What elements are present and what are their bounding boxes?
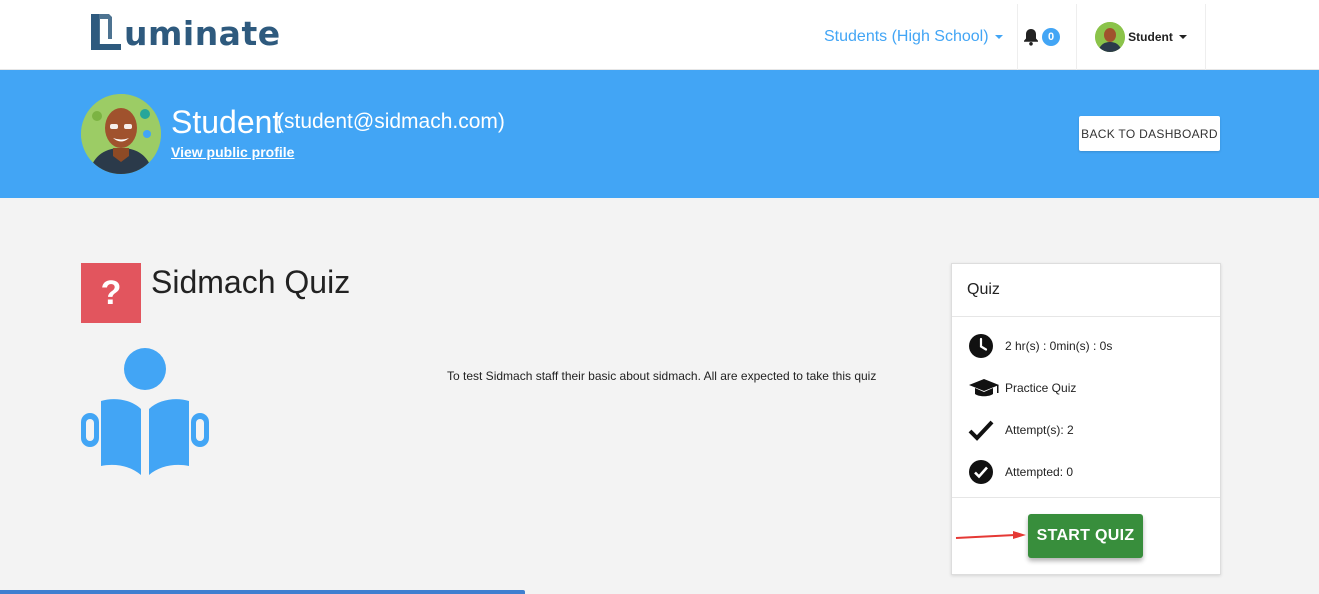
notification-count-badge: 0 [1042, 28, 1060, 46]
checkmark-icon [968, 416, 1004, 444]
user-menu-label: Student [1128, 30, 1173, 44]
quiz-description: To test Sidmach staff their basic about … [447, 369, 877, 383]
view-public-profile-link[interactable]: View public profile [171, 144, 294, 160]
profile-header: Student (student@sidmach.com) View publi… [0, 70, 1319, 198]
list-item: Attempted: 0 [952, 451, 1220, 493]
quiz-attempts: Attempt(s): 2 [1005, 423, 1074, 437]
list-item: 2 hr(s) : 0min(s) : 0s [952, 325, 1220, 367]
bell-icon [1024, 29, 1038, 46]
quiz-attempted: Attempted: 0 [1005, 465, 1074, 479]
list-item: Practice Quiz [952, 367, 1220, 409]
caret-down-icon [1178, 35, 1187, 39]
quiz-question-icon: ? [81, 263, 141, 323]
logo-mark-icon [91, 14, 121, 50]
annotation-arrow-icon [955, 531, 1026, 539]
graduation-cap-icon [968, 374, 1004, 402]
profile-email: (student@sidmach.com) [277, 110, 505, 133]
caret-down-icon [994, 35, 1003, 39]
logo-text: uminate [124, 14, 281, 53]
luminate-logo[interactable]: uminate [88, 8, 281, 52]
start-quiz-button[interactable]: START QUIZ [1028, 514, 1143, 558]
bottom-progress-bar [0, 590, 525, 594]
check-circle-icon [968, 458, 1004, 486]
school-dropdown-label: Students (High School) [824, 28, 989, 45]
quiz-info-list: 2 hr(s) : 0min(s) : 0s Practice Quiz Att… [952, 317, 1220, 498]
list-item: Attempt(s): 2 [952, 409, 1220, 451]
reader-illustration-icon [81, 348, 209, 475]
quiz-type: Practice Quiz [1005, 381, 1077, 395]
clock-icon [968, 332, 1004, 360]
quiz-card-header: Quiz [952, 264, 1220, 317]
quiz-title: Sidmach Quiz [151, 264, 351, 300]
user-menu[interactable]: Student [1077, 4, 1206, 70]
school-dropdown[interactable]: Students (High School) [812, 4, 1018, 70]
profile-name: Student [171, 104, 282, 140]
back-to-dashboard-button[interactable]: BACK TO DASHBOARD [1079, 116, 1220, 151]
user-avatar [1095, 22, 1126, 52]
quiz-duration: 2 hr(s) : 0min(s) : 0s [1005, 339, 1113, 353]
top-navbar: uminate Students (High School) 0 Student [0, 0, 1319, 70]
profile-avatar [81, 94, 161, 174]
notifications-button[interactable]: 0 [1007, 4, 1077, 70]
quiz-info-card: Quiz 2 hr(s) : 0min(s) : 0s Practice Qui… [951, 263, 1221, 575]
